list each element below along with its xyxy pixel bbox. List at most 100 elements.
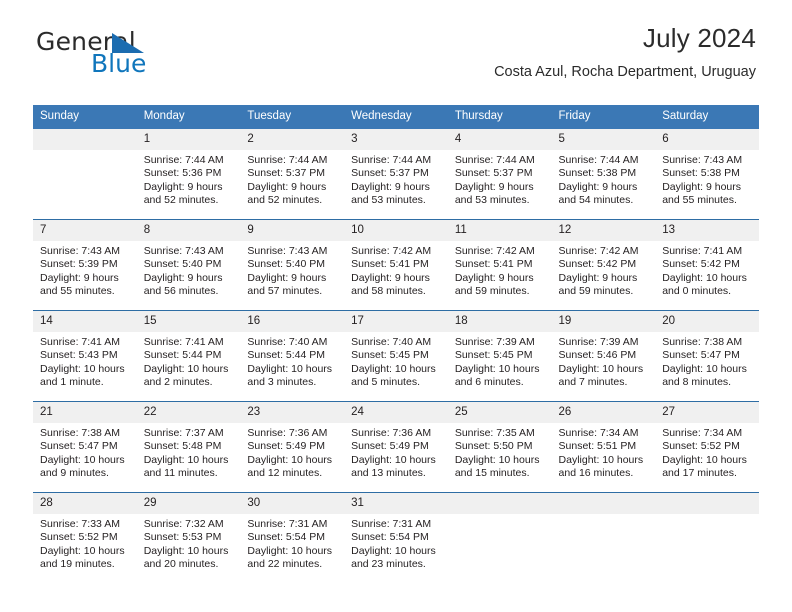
weekday-header-saturday: Saturday — [655, 105, 759, 129]
day-details: Sunrise: 7:37 AM Sunset: 5:48 PM Dayligh… — [137, 423, 241, 481]
sunrise-text: Sunrise: 7:42 AM — [558, 245, 639, 257]
day-cell[interactable]: 18 Sunrise: 7:39 AM Sunset: 5:45 PM Dayl… — [447, 310, 552, 402]
day-cell[interactable]: 14 Sunrise: 7:41 AM Sunset: 5:43 PM Dayl… — [33, 310, 137, 402]
page-title: July 2024 — [642, 23, 756, 53]
daylight-text-line1: Daylight: 10 hours — [351, 362, 436, 375]
day-details: Sunrise: 7:44 AM Sunset: 5:37 PM Dayligh… — [240, 150, 344, 208]
sunset-text: Sunset: 5:44 PM — [247, 349, 326, 362]
daylight-text-line2: and 15 minutes. — [454, 467, 530, 480]
sunset-text: Sunset: 5:41 PM — [351, 258, 429, 271]
general-blue-logo[interactable]: General Blue — [36, 28, 236, 80]
day-number: 19 — [551, 311, 656, 332]
daylight-text-line2: and 52 minutes. — [247, 194, 323, 207]
sunrise-text: Sunrise: 7:39 AM — [558, 336, 639, 348]
day-cell[interactable]: 20 Sunrise: 7:38 AM Sunset: 5:47 PM Dayl… — [655, 310, 759, 402]
day-cell[interactable]: 17 Sunrise: 7:40 AM Sunset: 5:45 PM Dayl… — [344, 310, 448, 402]
day-cell[interactable]: 12 Sunrise: 7:42 AM Sunset: 5:42 PM Dayl… — [551, 219, 656, 311]
day-cell[interactable]: 30 Sunrise: 7:31 AM Sunset: 5:54 PM Dayl… — [240, 492, 345, 583]
day-cell[interactable]: 9 Sunrise: 7:43 AM Sunset: 5:40 PM Dayli… — [240, 219, 345, 311]
day-cell[interactable]: 4 Sunrise: 7:44 AM Sunset: 5:37 PM Dayli… — [447, 129, 552, 220]
sunrise-text: Sunrise: 7:44 AM — [143, 154, 224, 166]
day-number: 10 — [344, 220, 448, 241]
day-number: 25 — [447, 402, 552, 423]
day-cell[interactable]: 26 Sunrise: 7:34 AM Sunset: 5:51 PM Dayl… — [551, 401, 656, 493]
sunrise-text: Sunrise: 7:43 AM — [143, 245, 224, 257]
daylight-text-line1: Daylight: 9 hours — [454, 180, 534, 193]
day-number — [447, 493, 552, 514]
day-cell[interactable] — [33, 129, 137, 220]
day-cell[interactable]: 16 Sunrise: 7:40 AM Sunset: 5:44 PM Dayl… — [240, 310, 345, 402]
calendar-body: 1 Sunrise: 7:44 AM Sunset: 5:36 PM Dayli… — [33, 129, 759, 583]
day-cell[interactable]: 10 Sunrise: 7:42 AM Sunset: 5:41 PM Dayl… — [344, 219, 448, 311]
sunrise-text: Sunrise: 7:34 AM — [662, 427, 743, 439]
day-cell[interactable]: 3 Sunrise: 7:44 AM Sunset: 5:37 PM Dayli… — [344, 129, 448, 220]
sunrise-text: Sunrise: 7:33 AM — [40, 518, 120, 530]
sunset-text: Sunset: 5:52 PM — [40, 531, 118, 544]
daylight-text-line1: Daylight: 10 hours — [662, 362, 747, 375]
daylight-text-line1: Daylight: 10 hours — [454, 362, 540, 375]
day-details: Sunrise: 7:43 AM Sunset: 5:38 PM Dayligh… — [655, 150, 759, 208]
daylight-text-line2: and 11 minutes. — [143, 467, 218, 480]
weekday-header-monday: Monday — [136, 105, 241, 129]
sunrise-text: Sunrise: 7:38 AM — [40, 427, 120, 439]
day-cell[interactable]: 6 Sunrise: 7:43 AM Sunset: 5:38 PM Dayli… — [655, 129, 759, 220]
day-cell[interactable]: 19 Sunrise: 7:39 AM Sunset: 5:46 PM Dayl… — [551, 310, 656, 402]
daylight-text-line2: and 0 minutes. — [662, 285, 732, 298]
day-details: Sunrise: 7:39 AM Sunset: 5:46 PM Dayligh… — [552, 332, 656, 390]
day-cell[interactable]: 21 Sunrise: 7:38 AM Sunset: 5:47 PM Dayl… — [33, 401, 137, 493]
day-cell[interactable]: 1 Sunrise: 7:44 AM Sunset: 5:36 PM Dayli… — [136, 129, 241, 220]
day-cell[interactable] — [551, 492, 656, 583]
daylight-text-line1: Daylight: 10 hours — [454, 453, 540, 466]
day-cell[interactable]: 31 Sunrise: 7:31 AM Sunset: 5:54 PM Dayl… — [344, 492, 448, 583]
day-details: Sunrise: 7:42 AM Sunset: 5:41 PM Dayligh… — [448, 241, 552, 299]
sunrise-text: Sunrise: 7:32 AM — [143, 518, 224, 530]
day-cell[interactable]: 13 Sunrise: 7:41 AM Sunset: 5:42 PM Dayl… — [655, 219, 759, 311]
page-subtitle: Costa Azul, Rocha Department, Uruguay — [494, 64, 756, 80]
sunrise-text: Sunrise: 7:39 AM — [454, 336, 535, 348]
day-cell[interactable]: 8 Sunrise: 7:43 AM Sunset: 5:40 PM Dayli… — [136, 219, 241, 311]
day-number — [655, 493, 759, 514]
sunset-text: Sunset: 5:38 PM — [662, 167, 740, 180]
day-details — [448, 514, 552, 518]
day-cell[interactable] — [447, 492, 552, 583]
sunrise-text: Sunrise: 7:44 AM — [558, 154, 639, 166]
day-cell[interactable]: 7 Sunrise: 7:43 AM Sunset: 5:39 PM Dayli… — [33, 219, 137, 311]
sunset-text: Sunset: 5:54 PM — [351, 531, 429, 544]
sunset-text: Sunset: 5:40 PM — [143, 258, 222, 271]
day-number: 4 — [447, 129, 552, 150]
day-cell[interactable] — [655, 492, 759, 583]
sunrise-text: Sunrise: 7:40 AM — [247, 336, 328, 348]
daylight-text-line1: Daylight: 9 hours — [662, 180, 742, 193]
day-cell[interactable]: 24 Sunrise: 7:36 AM Sunset: 5:49 PM Dayl… — [344, 401, 448, 493]
day-cell[interactable]: 22 Sunrise: 7:37 AM Sunset: 5:48 PM Dayl… — [136, 401, 241, 493]
daylight-text-line2: and 5 minutes. — [351, 376, 420, 389]
weekday-header-wednesday: Wednesday — [344, 105, 448, 129]
day-cell[interactable]: 2 Sunrise: 7:44 AM Sunset: 5:37 PM Dayli… — [240, 129, 345, 220]
daylight-text-line1: Daylight: 10 hours — [247, 362, 333, 375]
day-number: 22 — [136, 402, 241, 423]
day-cell[interactable]: 27 Sunrise: 7:34 AM Sunset: 5:52 PM Dayl… — [655, 401, 759, 493]
day-details: Sunrise: 7:36 AM Sunset: 5:49 PM Dayligh… — [240, 423, 344, 481]
day-details: Sunrise: 7:39 AM Sunset: 5:45 PM Dayligh… — [448, 332, 552, 390]
day-cell[interactable]: 11 Sunrise: 7:42 AM Sunset: 5:41 PM Dayl… — [447, 219, 552, 311]
sunrise-text: Sunrise: 7:36 AM — [351, 427, 432, 439]
day-details: Sunrise: 7:34 AM Sunset: 5:51 PM Dayligh… — [552, 423, 656, 481]
day-cell[interactable]: 5 Sunrise: 7:44 AM Sunset: 5:38 PM Dayli… — [551, 129, 656, 220]
sunrise-text: Sunrise: 7:44 AM — [247, 154, 328, 166]
day-number: 1 — [136, 129, 241, 150]
daylight-text-line1: Daylight: 9 hours — [143, 271, 223, 284]
daylight-text-line1: Daylight: 10 hours — [143, 362, 229, 375]
daylight-text-line2: and 8 minutes. — [662, 376, 732, 389]
day-cell[interactable]: 25 Sunrise: 7:35 AM Sunset: 5:50 PM Dayl… — [447, 401, 552, 493]
day-cell[interactable]: 23 Sunrise: 7:36 AM Sunset: 5:49 PM Dayl… — [240, 401, 345, 493]
sunset-text: Sunset: 5:44 PM — [143, 349, 222, 362]
day-details: Sunrise: 7:38 AM Sunset: 5:47 PM Dayligh… — [33, 423, 137, 481]
sunrise-text: Sunrise: 7:31 AM — [247, 518, 328, 530]
day-cell[interactable]: 29 Sunrise: 7:32 AM Sunset: 5:53 PM Dayl… — [136, 492, 241, 583]
daylight-text-line2: and 59 minutes. — [454, 285, 530, 298]
day-number: 6 — [655, 129, 759, 150]
day-details: Sunrise: 7:43 AM Sunset: 5:40 PM Dayligh… — [240, 241, 344, 299]
daylight-text-line1: Daylight: 10 hours — [143, 453, 229, 466]
day-cell[interactable]: 28 Sunrise: 7:33 AM Sunset: 5:52 PM Dayl… — [33, 492, 137, 583]
day-cell[interactable]: 15 Sunrise: 7:41 AM Sunset: 5:44 PM Dayl… — [136, 310, 241, 402]
